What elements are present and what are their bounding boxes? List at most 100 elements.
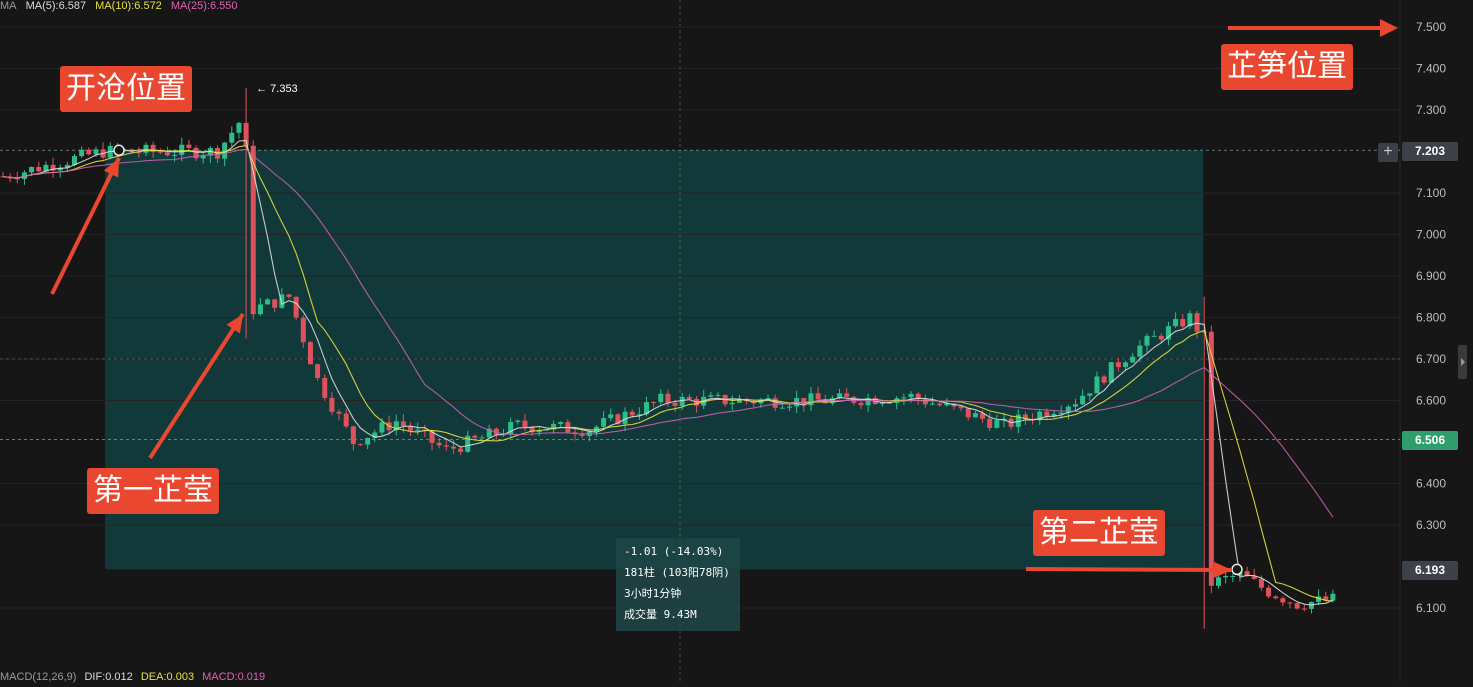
- y-tick-label: 6.400: [1416, 477, 1446, 491]
- candle-body: [1194, 313, 1200, 332]
- second-pin-callout: 第二芷莹: [1033, 510, 1165, 556]
- candle-body: [558, 422, 564, 424]
- candle-body: [608, 414, 614, 419]
- candle-body: [1216, 577, 1221, 586]
- candle-body: [1266, 587, 1272, 597]
- candle-body: [686, 396, 692, 399]
- candle-body: [1144, 335, 1150, 346]
- y-tick-label: 6.700: [1416, 352, 1446, 366]
- candle-body: [1058, 412, 1064, 414]
- candle-body: [787, 406, 792, 408]
- candle-body: [1044, 411, 1050, 417]
- candle-body: [36, 166, 42, 172]
- candle-body: [265, 299, 271, 305]
- candle-body: [601, 418, 607, 427]
- candle-body: [987, 418, 993, 428]
- candle-body: [164, 152, 170, 156]
- price-tag-current: 6.506: [1402, 431, 1458, 450]
- candle-body: [1080, 395, 1086, 405]
- candle-body: [844, 393, 850, 397]
- macd-label: MACD(12,26,9): [0, 671, 77, 683]
- candle-body: [179, 144, 185, 155]
- candle-body: [729, 402, 735, 405]
- candle-body: [329, 397, 335, 412]
- candle-body: [143, 144, 149, 153]
- candle-body: [307, 342, 313, 365]
- candle-body: [1158, 335, 1164, 340]
- candle-body: [400, 421, 406, 427]
- y-tick-label: 7.400: [1416, 62, 1446, 76]
- macd-value-label: MACD:0.019: [202, 671, 266, 683]
- candle-body: [236, 122, 242, 133]
- ma10-label: MA(10):6.572: [95, 0, 162, 12]
- candle-body: [1273, 596, 1279, 599]
- candle-body: [522, 420, 528, 428]
- candle-body: [815, 393, 821, 400]
- candle-body: [358, 444, 363, 446]
- candle-body: [1101, 376, 1107, 383]
- add-alert-button[interactable]: +: [1378, 143, 1398, 162]
- candle-body: [629, 411, 635, 416]
- measure-info-box: -1.01 (-14.03%) 181柱 (103阳78阴) 3小时1分钟 成交…: [616, 538, 740, 631]
- y-tick-label: 6.100: [1416, 601, 1446, 615]
- candle-body: [472, 435, 478, 438]
- candle-body: [1123, 362, 1129, 368]
- candle-body: [1115, 362, 1121, 368]
- measure-end-point: [1231, 563, 1243, 576]
- high-price-label: ← 7.353: [256, 83, 298, 95]
- candle-body: [665, 393, 671, 403]
- measure-volume: 成交量 9.43M: [624, 608, 697, 621]
- candle-body: [186, 144, 192, 148]
- candle-body: [157, 151, 163, 153]
- candle-body: [1073, 404, 1078, 407]
- candle-body: [965, 408, 971, 418]
- candle-body: [515, 420, 521, 422]
- y-tick-label: 6.300: [1416, 518, 1446, 532]
- ma-indicator-label: MA: [0, 0, 17, 12]
- y-tick-label: 7.000: [1416, 228, 1446, 242]
- candle-body: [1223, 575, 1229, 578]
- candle-body: [901, 397, 907, 399]
- candle-body: [1130, 356, 1136, 363]
- dif-label: DIF:0.012: [84, 671, 133, 683]
- candle-body: [858, 402, 864, 406]
- candle-body: [315, 364, 321, 378]
- candle-body: [436, 442, 442, 446]
- y-tick-label: 7.500: [1416, 20, 1446, 34]
- candle-body: [293, 296, 299, 318]
- candle-body: [79, 149, 85, 157]
- panel-collapse-handle[interactable]: [1458, 345, 1467, 379]
- measure-duration: 3小时1分钟: [624, 587, 682, 600]
- candle-body: [679, 396, 685, 406]
- candle-body: [300, 317, 306, 343]
- candle-body: [922, 399, 928, 405]
- candle-body: [1294, 603, 1300, 609]
- candle-body: [779, 407, 785, 409]
- candle-body: [29, 166, 35, 173]
- measure-start-point: [113, 144, 125, 157]
- y-tick-label: 6.900: [1416, 269, 1446, 283]
- candle-body: [14, 178, 20, 180]
- candle-body: [1258, 578, 1264, 588]
- price-tag-lower: 6.193: [1402, 561, 1458, 580]
- measure-bars: 181柱 (103阳78阴): [624, 566, 730, 579]
- candle-body: [343, 413, 349, 427]
- candle-body: [1280, 598, 1286, 603]
- candle-body: [415, 429, 421, 431]
- candle-body: [286, 294, 292, 297]
- candle-body: [1108, 362, 1114, 383]
- target-arrow-line: [1228, 26, 1384, 30]
- candle-body: [93, 149, 99, 155]
- y-tick-label: 7.300: [1416, 103, 1446, 117]
- candle-body: [172, 154, 178, 156]
- macd-legend: MACD(12,26,9) DIF:0.012 DEA:0.003 MACD:0…: [0, 671, 270, 683]
- candle-body: [479, 437, 485, 439]
- candle-body: [579, 434, 585, 436]
- candle-body: [86, 149, 92, 155]
- candle-body: [257, 304, 263, 315]
- ma-legend: MA MA(5):6.587 MA(10):6.572 MA(25):6.550: [0, 0, 244, 12]
- price-tag-upper: 7.203: [1402, 142, 1458, 161]
- candle-body: [450, 446, 456, 449]
- candle-body: [930, 403, 935, 405]
- candle-body: [336, 411, 342, 414]
